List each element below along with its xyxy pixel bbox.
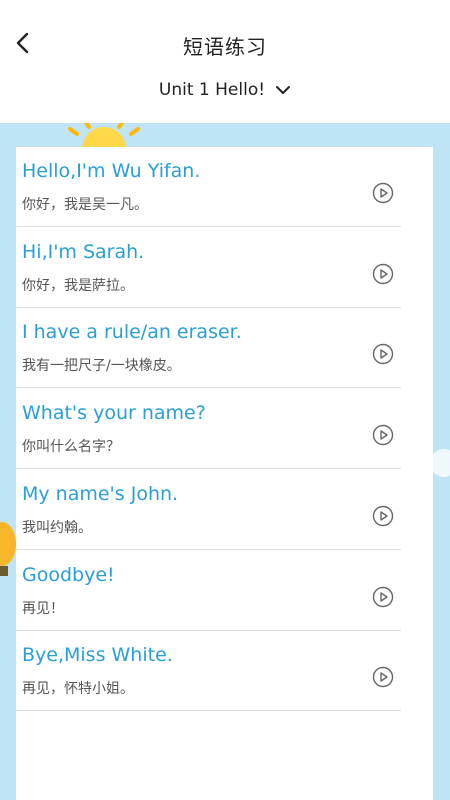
play-icon[interactable] xyxy=(372,182,394,204)
unit-selector[interactable]: Unit 1 Hello! xyxy=(0,80,450,100)
bulb-icon xyxy=(0,522,16,576)
phrase-english: What's your name? xyxy=(22,402,206,425)
phrase-english: I have a rule/an eraser. xyxy=(22,321,242,344)
list-item[interactable]: Hi,I'm Sarah. 你好，我是萨拉。 xyxy=(16,228,401,308)
phrase-english: My name's John. xyxy=(22,482,179,505)
play-icon[interactable] xyxy=(372,424,394,446)
play-icon[interactable] xyxy=(372,343,394,365)
list-item[interactable]: I have a rule/an eraser. 我有一把尺子/一块橡皮。 xyxy=(16,308,401,389)
phrase-english: Goodbye! xyxy=(22,563,115,586)
list-item[interactable]: My name's John. 我叫约翰。 xyxy=(16,470,401,550)
page-title: 短语练习 xyxy=(183,35,267,59)
phrase-chinese: 你叫什么名字？ xyxy=(22,439,120,456)
list-item[interactable]: Goodbye! 再见！ xyxy=(16,551,401,631)
phrase-chinese: 你好，我是萨拉。 xyxy=(22,277,134,294)
phrase-chinese: 我有一把尺子/一块橡皮。 xyxy=(22,358,181,375)
list-item[interactable]: Bye,Miss White. 再见，怀特小姐。 xyxy=(16,631,401,712)
play-icon[interactable] xyxy=(372,586,394,608)
list-item[interactable]: Hello,I'm Wu Yifan. 你好，我是吴一凡。 xyxy=(16,147,401,227)
unit-label: Unit 1 Hello! xyxy=(158,80,266,100)
play-icon[interactable] xyxy=(372,666,394,688)
phrase-chinese: 你好，我是吴一凡。 xyxy=(22,197,148,213)
header: 短语练习 Unit 1 Hello! xyxy=(0,0,450,123)
phrase-chinese: 再见，怀特小姐。 xyxy=(22,681,134,698)
list-item[interactable]: What's your name? 你叫什么名字？ xyxy=(16,389,401,470)
phrase-english: Bye,Miss White. xyxy=(22,644,173,667)
play-icon[interactable] xyxy=(372,505,394,527)
phrase-english: Hi,I'm Sarah. xyxy=(22,240,145,263)
phrase-chinese: 我叫约翰。 xyxy=(22,519,92,536)
phrase-chinese: 再见！ xyxy=(22,600,64,617)
play-icon[interactable] xyxy=(372,263,394,285)
phrase-english: Hello,I'm Wu Yifan. xyxy=(22,160,201,182)
chevron-down-icon xyxy=(276,86,291,94)
